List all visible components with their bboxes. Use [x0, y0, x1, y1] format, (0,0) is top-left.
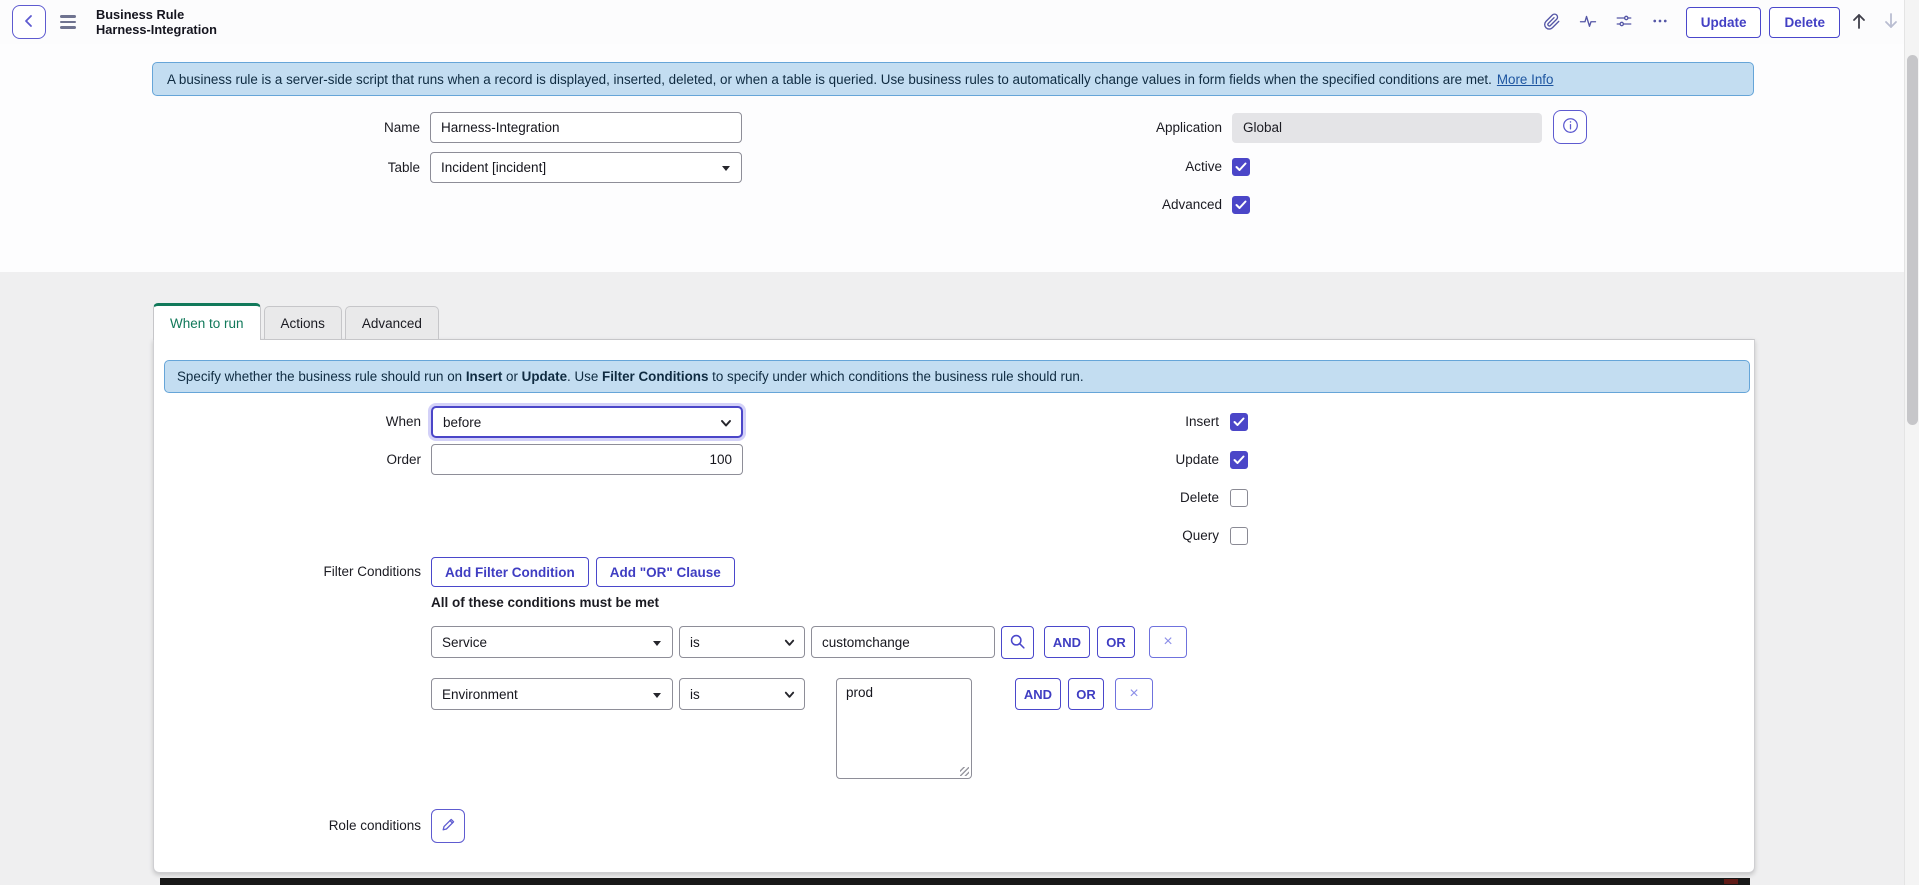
- chevron-left-icon: [23, 14, 35, 31]
- order-input[interactable]: [431, 444, 743, 475]
- table-select-value: Incident [incident]: [441, 160, 546, 175]
- update-button[interactable]: Update: [1686, 7, 1762, 38]
- condition-operator-value: is: [690, 635, 700, 650]
- application-field: Global: [1232, 113, 1542, 143]
- condition-remove-button[interactable]: ×: [1115, 678, 1153, 710]
- scrollbar-thumb[interactable]: [1907, 55, 1918, 425]
- name-input[interactable]: [430, 112, 742, 143]
- dropdown-triangle-icon: [653, 641, 661, 646]
- condition-or-button[interactable]: OR: [1068, 678, 1104, 710]
- tab-when-to-run[interactable]: When to run: [153, 303, 261, 340]
- record-type-title: Business Rule: [96, 7, 217, 22]
- chevron-down-icon: [783, 636, 796, 652]
- script-editor-edge: [160, 878, 1750, 885]
- query-label: Query: [1019, 520, 1219, 552]
- application-label: Application: [1022, 112, 1222, 143]
- query-checkbox[interactable]: [1230, 527, 1248, 545]
- record-title: Business Rule Harness-Integration: [96, 7, 217, 38]
- back-button[interactable]: [12, 5, 46, 39]
- role-conditions-edit-button[interactable]: [431, 809, 465, 843]
- arrow-down-icon: [1883, 12, 1899, 33]
- condition-remove-button[interactable]: ×: [1149, 626, 1187, 658]
- filter-conditions-label: Filter Conditions: [221, 557, 421, 587]
- script-editor-red-mark: [1724, 879, 1738, 884]
- dropdown-triangle-icon: [722, 166, 730, 171]
- name-label: Name: [220, 112, 420, 143]
- tab-strip: When to run Actions Advanced: [153, 303, 442, 339]
- tab-actions[interactable]: Actions: [264, 306, 342, 339]
- role-conditions-label: Role conditions: [221, 809, 421, 843]
- condition-value-textarea[interactable]: prod: [836, 678, 972, 779]
- condition-and-button[interactable]: AND: [1044, 626, 1090, 658]
- info-circle-icon: [1562, 117, 1579, 137]
- when-select-value: before: [443, 415, 481, 430]
- scroll-down-button[interactable]: [1878, 8, 1904, 36]
- delete-label: Delete: [1019, 482, 1219, 514]
- when-to-run-panel: Specify whether the business rule should…: [153, 339, 1755, 873]
- magnifier-icon: [1009, 633, 1026, 653]
- chevron-down-icon: [719, 416, 733, 433]
- condition-or-button[interactable]: OR: [1097, 626, 1135, 658]
- advanced-checkbox[interactable]: [1232, 196, 1250, 214]
- condition-and-button[interactable]: AND: [1015, 678, 1061, 710]
- pencil-icon: [440, 817, 456, 836]
- condition-search-button[interactable]: [1001, 626, 1034, 659]
- scroll-up-button[interactable]: [1846, 8, 1872, 36]
- insert-label: Insert: [1019, 406, 1219, 438]
- condition-field-value: Environment: [442, 687, 518, 702]
- form-header: Business Rule Harness-Integration Update…: [0, 0, 1904, 44]
- order-label: Order: [221, 444, 421, 476]
- business-rule-form-page: Business Rule Harness-Integration Update…: [0, 0, 1919, 885]
- condition-field-value: Service: [442, 635, 487, 650]
- condition-field-select[interactable]: Service: [431, 626, 673, 658]
- add-or-clause-button[interactable]: Add "OR" Clause: [596, 557, 735, 587]
- tab-advanced[interactable]: Advanced: [345, 306, 439, 339]
- insert-checkbox[interactable]: [1230, 413, 1248, 431]
- table-label: Table: [220, 152, 420, 183]
- sliders-icon: [1615, 12, 1633, 33]
- info-banner-text: A business rule is a server-side script …: [167, 72, 1492, 87]
- page-scrollbar[interactable]: [1904, 0, 1919, 885]
- table-select[interactable]: Incident [incident]: [430, 152, 742, 183]
- condition-operator-select[interactable]: is: [679, 626, 805, 658]
- record-name-title: Harness-Integration: [96, 22, 217, 37]
- more-info-link[interactable]: More Info: [1497, 72, 1554, 87]
- ellipsis-icon: [1651, 12, 1669, 33]
- pulse-icon: [1579, 12, 1597, 33]
- when-label: When: [221, 406, 421, 438]
- condition-operator-select[interactable]: is: [679, 678, 805, 710]
- conditions-match-text: All of these conditions must be met: [431, 595, 659, 610]
- delete-checkbox[interactable]: [1230, 489, 1248, 507]
- condition-operator-value: is: [690, 687, 700, 702]
- paperclip-icon: [1543, 12, 1561, 33]
- delete-button[interactable]: Delete: [1769, 7, 1840, 38]
- dropdown-triangle-icon: [653, 693, 661, 698]
- add-filter-condition-button[interactable]: Add Filter Condition: [431, 557, 589, 587]
- info-banner: A business rule is a server-side script …: [152, 62, 1754, 96]
- active-checkbox[interactable]: [1232, 158, 1250, 176]
- arrow-up-icon: [1851, 12, 1867, 33]
- when-tab-banner: Specify whether the business rule should…: [164, 360, 1750, 393]
- active-label: Active: [1022, 151, 1222, 182]
- when-tab-banner-text: Specify whether the business rule should…: [177, 369, 1084, 384]
- when-select[interactable]: before: [431, 406, 743, 438]
- application-info-button[interactable]: [1553, 110, 1587, 144]
- activity-stream-button[interactable]: [1574, 8, 1602, 36]
- chevron-down-icon: [783, 688, 796, 704]
- update-label: Update: [1019, 444, 1219, 476]
- more-options-button[interactable]: [1646, 8, 1674, 36]
- condition-value-input[interactable]: [811, 626, 995, 658]
- update-checkbox[interactable]: [1230, 451, 1248, 469]
- advanced-label: Advanced: [1022, 189, 1222, 220]
- condition-field-select[interactable]: Environment: [431, 678, 673, 710]
- attachment-button[interactable]: [1538, 8, 1566, 36]
- filter-add-buttons: Add Filter Condition Add "OR" Clause: [431, 557, 735, 587]
- context-menu-icon[interactable]: [60, 15, 76, 29]
- personalize-form-button[interactable]: [1610, 8, 1638, 36]
